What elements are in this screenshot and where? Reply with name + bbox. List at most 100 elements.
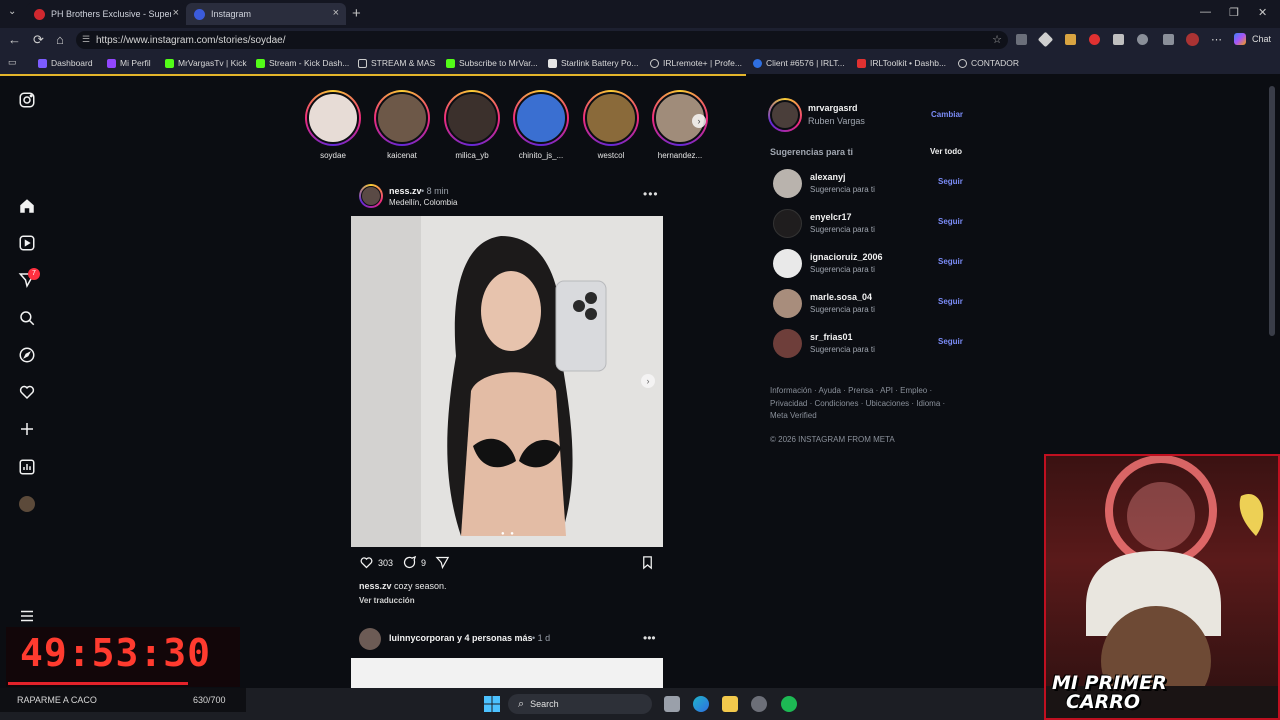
copilot-icon[interactable] <box>1234 33 1246 45</box>
close-window-icon[interactable]: ✕ <box>1258 6 1267 19</box>
follow-button[interactable]: Seguir <box>938 337 963 346</box>
dashboard-icon[interactable] <box>17 457 37 477</box>
home-button-icon[interactable]: ⌂ <box>56 32 64 47</box>
extension-icon[interactable] <box>1089 34 1100 45</box>
bookmark-dashboard[interactable]: Dashboard <box>38 58 93 68</box>
search-icon[interactable] <box>17 308 37 328</box>
minimize-icon[interactable]: — <box>1200 6 1211 18</box>
extension-icon[interactable] <box>1113 34 1124 45</box>
account-avatar[interactable] <box>768 98 802 132</box>
suggestion-avatar[interactable] <box>773 289 802 318</box>
favorite-star-icon[interactable]: ☆ <box>992 33 1002 46</box>
post-more-options-icon[interactable]: ••• <box>643 187 659 201</box>
suggestion-avatar[interactable] <box>773 169 802 198</box>
suggestion-username[interactable]: sr_frias01 <box>810 332 853 342</box>
suggestion-username[interactable]: marle.sosa_04 <box>810 292 872 302</box>
task-view-icon[interactable] <box>664 696 680 712</box>
reels-icon[interactable] <box>17 233 37 253</box>
extensions-puzzle-icon[interactable] <box>1137 34 1148 45</box>
tab-list-chevron-icon[interactable]: ⌄ <box>8 6 16 17</box>
create-icon[interactable] <box>17 419 37 439</box>
follow-button[interactable]: Seguir <box>938 257 963 266</box>
bookmark-starlink[interactable]: Starlink Battery Po... <box>548 58 638 68</box>
bookmark-kick[interactable]: MrVargasTv | Kick <box>165 58 247 68</box>
post-location[interactable]: Medellín, Colombia <box>389 198 457 207</box>
chat-button[interactable]: Chat <box>1252 34 1271 44</box>
default-avatar-icon[interactable] <box>773 249 802 278</box>
extension-icon[interactable] <box>1065 34 1076 45</box>
carousel-next-icon[interactable]: › <box>641 374 655 388</box>
more-options-icon[interactable]: ⋯ <box>1211 33 1222 46</box>
footer-links[interactable]: Información · Ayuda · Prensa · API · Emp… <box>770 385 950 423</box>
see-all-link[interactable]: Ver todo <box>930 147 962 156</box>
story-ring <box>583 90 639 146</box>
favorites-icon[interactable] <box>1163 34 1174 45</box>
maximize-icon[interactable]: ❐ <box>1229 6 1239 19</box>
post2-author-avatar[interactable] <box>359 628 381 650</box>
close-tab-icon[interactable]: × <box>173 7 179 19</box>
site-info-icon[interactable]: ☰ <box>82 34 90 45</box>
scrollbar-thumb[interactable] <box>1269 86 1275 336</box>
explore-icon[interactable] <box>17 345 37 365</box>
bookmark-mi-perfil[interactable]: Mi Perfil <box>107 58 151 68</box>
instagram-icon[interactable] <box>17 90 37 110</box>
story-soydae[interactable]: soydae <box>302 90 364 160</box>
taskbar-search[interactable]: ⌕ Search <box>508 694 652 714</box>
story-westcol[interactable]: westcol <box>580 90 642 160</box>
file-explorer-icon[interactable] <box>722 696 738 712</box>
bookmark-subscribe[interactable]: Subscribe to MrVar... <box>446 58 538 68</box>
post2-more-options-icon[interactable]: ••• <box>643 631 656 645</box>
reload-icon[interactable]: ⟳ <box>33 32 44 48</box>
edge-browser-icon[interactable] <box>693 696 709 712</box>
close-tab-icon[interactable]: × <box>333 7 339 19</box>
follow-button[interactable]: Seguir <box>938 177 963 186</box>
address-bar[interactable]: ☰ https://www.instagram.com/stories/soyd… <box>76 31 1008 49</box>
new-tab-icon[interactable]: + <box>352 5 361 22</box>
profile-avatar-icon[interactable] <box>1186 33 1199 46</box>
save-button[interactable] <box>640 555 659 570</box>
menu-icon[interactable] <box>17 606 37 626</box>
see-translation-link[interactable]: Ver traducción <box>359 596 415 605</box>
share-button[interactable] <box>435 555 454 570</box>
tab-ph-brothers[interactable]: PH Brothers Exclusive - SuperCarr × <box>26 3 186 25</box>
post-image[interactable]: › ● ● <box>351 216 663 547</box>
bookmark-irlremote[interactable]: IRLremote+ | Profe... <box>650 58 742 68</box>
suggestion-avatar[interactable] <box>773 209 802 238</box>
bookmark-contador[interactable]: CONTADOR <box>958 58 1019 68</box>
account-username[interactable]: mrvargasrd <box>808 103 858 113</box>
suggestion-avatar[interactable] <box>773 329 802 358</box>
story-kaicenat[interactable]: kaicenat <box>371 90 433 160</box>
app-icon[interactable] <box>751 696 767 712</box>
bookmark-client[interactable]: Client #6576 | IRLT... <box>753 58 845 68</box>
bookmark-folder-stream[interactable]: STREAM & MAS <box>358 58 435 68</box>
tab-instagram[interactable]: Instagram × <box>186 3 346 25</box>
post-username[interactable]: ness.zv <box>389 186 422 196</box>
profile-icon[interactable] <box>17 494 37 514</box>
post2-image[interactable] <box>351 658 663 688</box>
story-chinito[interactable]: chinito_js_... <box>510 90 572 160</box>
follow-button[interactable]: Seguir <box>938 217 963 226</box>
bookmark-kick-dashboard[interactable]: Stream - Kick Dash... <box>256 58 349 68</box>
sidebar-toggle-icon[interactable]: ▭ <box>8 57 17 68</box>
caption-username[interactable]: ness.zv <box>359 581 392 591</box>
back-icon[interactable]: ← <box>8 32 21 47</box>
suggestion-username[interactable]: alexanyj <box>810 172 846 182</box>
switch-account-link[interactable]: Cambiar <box>931 110 963 119</box>
stories-next-icon[interactable]: › <box>692 114 706 128</box>
like-button[interactable]: 303 <box>359 555 393 570</box>
extension-icon[interactable] <box>1016 34 1027 45</box>
suggestion-item: enyelcr17 Sugerencia para ti Seguir <box>773 209 973 239</box>
post-author-avatar[interactable] <box>359 184 383 208</box>
extension-icon[interactable] <box>1037 31 1054 48</box>
suggestion-username[interactable]: enyelcr17 <box>810 212 852 222</box>
follow-button[interactable]: Seguir <box>938 297 963 306</box>
bookmark-irltoolkit[interactable]: IRLToolkit • Dashb... <box>857 58 946 68</box>
story-milica-yb[interactable]: milica_yb <box>441 90 503 160</box>
suggestion-username[interactable]: ignacioruiz_2006 <box>810 252 883 262</box>
comment-button[interactable]: 9 <box>402 555 426 570</box>
heart-icon[interactable] <box>17 382 37 402</box>
post2-authors[interactable]: luinnycorporan y 4 personas más <box>389 633 533 643</box>
home-icon[interactable] <box>17 196 37 216</box>
windows-start-icon[interactable] <box>484 696 500 712</box>
spotify-icon[interactable] <box>781 696 797 712</box>
